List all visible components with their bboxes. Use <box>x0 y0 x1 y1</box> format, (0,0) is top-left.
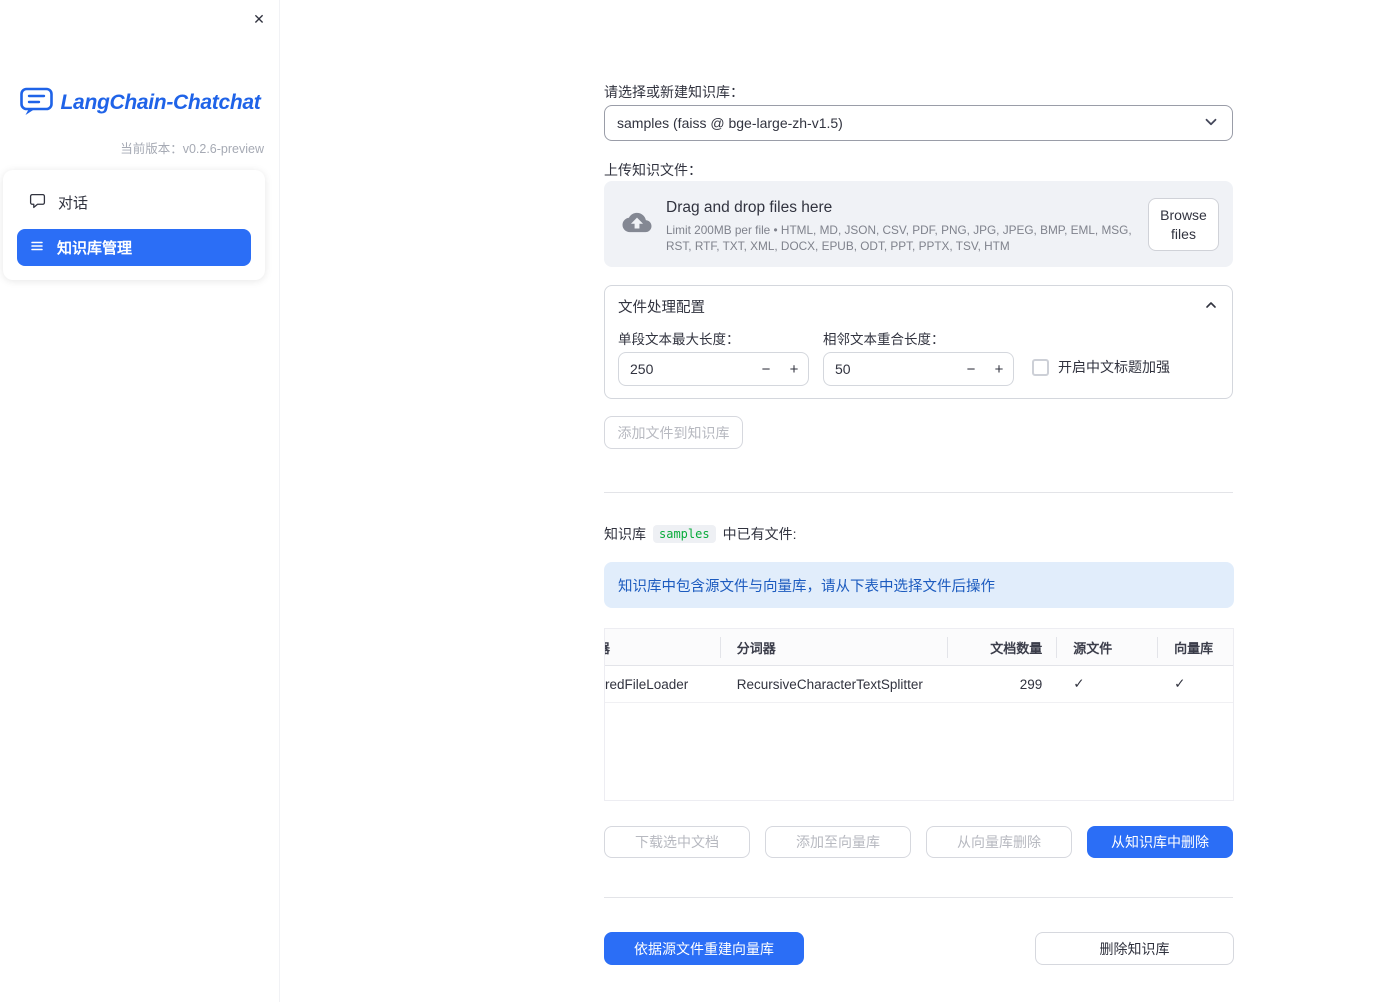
add-files-button[interactable]: 添加文件到知识库 <box>604 416 743 449</box>
kb-line-suffix: 中已有文件: <box>722 526 797 542</box>
app-title: LangChain-Chatchat <box>60 90 261 114</box>
zh-title-enhance-checkbox[interactable] <box>1032 358 1049 376</box>
sidebar-close-button[interactable]: ✕ <box>248 8 270 30</box>
vector-check-icon: ✓ <box>1174 676 1186 691</box>
increment-button[interactable]: + <box>780 361 808 378</box>
app-logo: LangChain-Chatchat <box>0 86 280 119</box>
chevron-up-icon[interactable] <box>1203 297 1219 316</box>
kb-selected-value: samples (faiss @ bge-large-zh-v1.5) <box>617 115 843 131</box>
list-icon <box>29 238 45 258</box>
sidebar-item-label: 知识库管理 <box>57 240 133 257</box>
col-vector-store: 向量库 <box>1157 629 1233 665</box>
delete-kb-button[interactable]: 删除知识库 <box>1035 932 1234 965</box>
decrement-button[interactable]: − <box>752 361 780 378</box>
col-doc-count: 文档数量 <box>947 629 1056 665</box>
max-length-value[interactable]: 250 <box>619 361 752 377</box>
rebuild-vector-store-button[interactable]: 依据源文件重建向量库 <box>604 932 804 965</box>
overlap-length-label: 相邻文本重合长度： <box>823 332 945 347</box>
app: { "colors": { "primary": "#2b6ef6", "log… <box>0 0 1380 1002</box>
file-dropzone[interactable]: Drag and drop files here Limit 200MB per… <box>604 181 1233 267</box>
kb-select-label: 请选择或新建知识库： <box>604 84 744 100</box>
info-text: 知识库中包含源文件与向量库，请从下表中选择文件后操作 <box>618 578 995 595</box>
version-label: 当前版本：v0.2.6-preview <box>120 142 264 156</box>
delete-from-kb-button[interactable]: 从知识库中删除 <box>1087 826 1233 858</box>
upload-label: 上传知识文件： <box>604 162 702 178</box>
chat-logo-icon <box>19 86 53 119</box>
browse-files-button[interactable]: Browse files <box>1148 198 1219 251</box>
add-to-vector-button[interactable]: 添加至向量库 <box>765 826 911 858</box>
col-splitter: 分词器 <box>719 629 948 665</box>
zh-title-enhance-label: 开启中文标题加强 <box>1058 359 1170 375</box>
chevron-down-icon <box>1202 113 1220 134</box>
cloud-upload-icon <box>619 208 655 240</box>
info-banner: 知识库中包含源文件与向量库，请从下表中选择文件后操作 <box>604 562 1234 608</box>
increment-button[interactable]: + <box>985 361 1013 378</box>
kb-selectbox[interactable]: samples (faiss @ bge-large-zh-v1.5) <box>604 105 1233 141</box>
zh-title-enhance-row: 开启中文标题加强 <box>1032 357 1170 377</box>
chat-bubble-icon <box>29 192 46 213</box>
kb-files-line: 知识库 samples 中已有文件: <box>604 523 796 545</box>
source-check-icon: ✓ <box>1073 676 1085 691</box>
dropzone-title: Drag and drop files here <box>666 199 833 216</box>
max-length-input[interactable]: 250 − + <box>618 352 809 386</box>
kb-files-table: 器 分词器 文档数量 源文件 向量库 redFileLoader Recursi… <box>604 628 1234 801</box>
expander-title[interactable]: 文件处理配置 <box>618 296 705 317</box>
table-row[interactable]: redFileLoader RecursiveCharacterTextSpli… <box>605 666 1233 703</box>
close-icon: ✕ <box>253 10 265 27</box>
overlap-length-value[interactable]: 50 <box>824 361 957 377</box>
sidebar-item-dialogue[interactable]: 对话 <box>17 184 251 221</box>
decrement-button[interactable]: − <box>957 361 985 378</box>
sidebar-menu: 对话 知识库管理 <box>3 170 265 280</box>
file-config-expander: 文件处理配置 单段文本最大长度： 250 − + 相邻文本重合长度： 50 − … <box>604 285 1233 399</box>
divider <box>604 492 1233 493</box>
sidebar: ✕ LangChain-Chatchat 当前版本：v0.2.6-preview… <box>0 0 280 1002</box>
kb-line-prefix: 知识库 <box>604 526 646 542</box>
divider <box>604 897 1233 898</box>
col-source-file: 源文件 <box>1056 629 1157 665</box>
delete-from-vector-button[interactable]: 从向量库删除 <box>926 826 1072 858</box>
max-length-label: 单段文本最大长度： <box>618 332 740 347</box>
table-header: 器 分词器 文档数量 源文件 向量库 <box>605 629 1233 666</box>
sidebar-item-label: 对话 <box>58 195 89 212</box>
kb-name-code: samples <box>653 525 716 543</box>
overlap-length-input[interactable]: 50 − + <box>823 352 1014 386</box>
col-loader: 器 <box>605 629 720 665</box>
download-selected-button[interactable]: 下载选中文档 <box>604 826 750 858</box>
dropzone-limit-text: Limit 200MB per file • HTML, MD, JSON, C… <box>666 223 1132 253</box>
sidebar-item-knowledge-base[interactable]: 知识库管理 <box>17 229 251 266</box>
